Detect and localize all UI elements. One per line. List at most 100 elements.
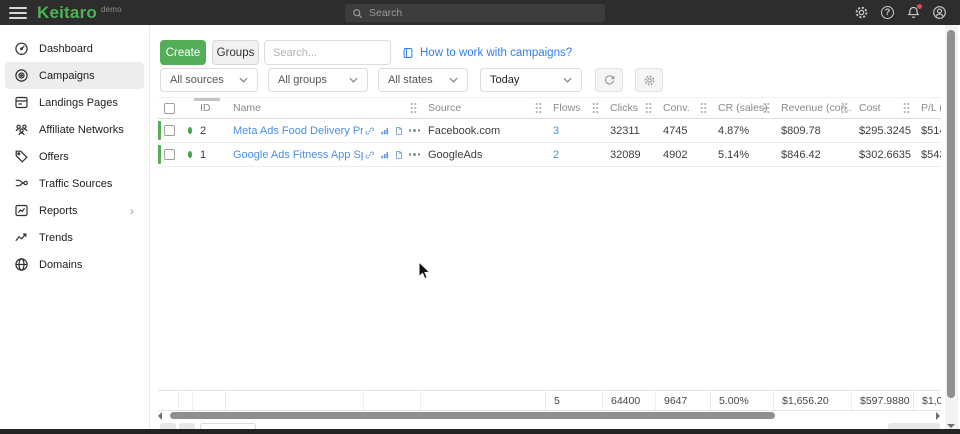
select-all-cell [158, 98, 178, 118]
horizontal-scrollbar[interactable] [158, 411, 940, 420]
help-icon[interactable]: ? [880, 5, 895, 20]
table-totals-row: 5 64400 9647 5.00% $1,656.20 $597.9880 $… [158, 390, 941, 411]
column-resize-grip[interactable] [763, 102, 770, 114]
gear-icon [643, 74, 656, 87]
notifications-bell-icon[interactable] [906, 5, 921, 20]
conv-value: 4902 [655, 143, 710, 166]
book-icon [402, 47, 414, 59]
id-column-header[interactable]: ID [192, 98, 225, 118]
vertical-scrollbar[interactable] [945, 25, 958, 434]
scroll-down-arrow-icon[interactable] [947, 424, 955, 428]
sources-filter-dropdown[interactable]: All sources [160, 68, 258, 92]
column-resize-grip[interactable] [592, 102, 599, 114]
campaign-source: Facebook.com [420, 119, 545, 142]
chevron-down-icon [239, 77, 248, 83]
settings-icon[interactable] [854, 5, 869, 20]
menu-icon[interactable] [9, 7, 27, 19]
totals-cost: $597.9880 [851, 391, 913, 410]
column-resize-grip[interactable] [645, 102, 652, 114]
campaigns-search-input[interactable] [264, 40, 391, 65]
sidebar-item-reports[interactable]: Reports › [5, 197, 144, 224]
clicks-value: 32089 [602, 143, 655, 166]
help-campaigns-link[interactable]: How to work with campaigns? [402, 40, 572, 65]
table-settings-button[interactable] [635, 68, 663, 92]
reports-icon [14, 203, 29, 218]
chevron-down-icon [449, 77, 458, 83]
horizontal-scrollbar-thumb[interactable] [170, 412, 775, 419]
more-actions-icon[interactable] [409, 153, 421, 156]
search-icon [352, 8, 363, 19]
name-column-header[interactable]: Name [225, 98, 363, 118]
table-empty-area [158, 167, 941, 390]
chevron-down-icon [349, 77, 358, 83]
domains-icon [14, 257, 29, 272]
app-logo[interactable]: Keitaro demo [37, 3, 122, 23]
trends-icon [14, 230, 29, 245]
scroll-right-arrow-icon[interactable] [936, 412, 940, 420]
global-search[interactable] [345, 4, 605, 22]
sidebar-item-label: Dashboard [39, 43, 93, 55]
groups-button[interactable]: Groups [212, 40, 259, 65]
column-resize-grip[interactable] [841, 102, 848, 114]
column-resize-grip[interactable] [535, 102, 542, 114]
cr-column-header[interactable]: CR (sales) [710, 98, 773, 118]
totals-flows: 5 [545, 391, 602, 410]
pl-column-header[interactable]: P/L ( [913, 98, 941, 118]
actions-column-header [363, 98, 420, 118]
sidebar-item-campaigns[interactable]: Campaigns [5, 62, 144, 89]
sidebar-item-affiliate-networks[interactable]: Affiliate Networks [5, 116, 144, 143]
clicks-value: 32311 [602, 119, 655, 142]
conv-column-header[interactable]: Conv. [655, 98, 710, 118]
cost-value: $302.6635 [851, 143, 913, 166]
column-resize-grip[interactable] [903, 102, 910, 114]
cost-column-header[interactable]: Cost [851, 98, 913, 118]
sidebar-item-trends[interactable]: Trends [5, 224, 144, 251]
sidebar-item-landings-pages[interactable]: Landings Pages [5, 89, 144, 116]
flows-count-link[interactable]: 3 [553, 125, 559, 137]
notification-dot [917, 4, 922, 9]
column-resize-grip[interactable] [700, 102, 707, 114]
user-avatar-icon[interactable] [932, 5, 947, 20]
demo-badge: demo [101, 5, 122, 14]
landings-pages-icon [14, 95, 29, 110]
global-search-input[interactable] [369, 7, 598, 19]
table-row[interactable]: 1 Google Ads Fitness App Split GoogleAds… [158, 143, 941, 167]
groups-filter-dropdown[interactable]: All groups [268, 68, 368, 92]
scroll-left-arrow-icon[interactable] [158, 412, 162, 420]
more-actions-icon[interactable] [409, 129, 421, 132]
table-row[interactable]: 2 Meta Ads Food Delivery Promo Facebook.… [158, 119, 941, 143]
pl-value: $514 [913, 119, 941, 142]
revenue-column-header[interactable]: Revenue (con... [773, 98, 851, 118]
campaign-notes-icon[interactable] [394, 125, 404, 137]
row-checkbox[interactable] [164, 125, 175, 136]
sidebar-item-traffic-sources[interactable]: Traffic Sources [5, 170, 144, 197]
source-column-header[interactable]: Source [420, 98, 545, 118]
campaign-name-link[interactable]: Meta Ads Food Delivery Promo [233, 125, 363, 137]
states-filter-dropdown[interactable]: All states [378, 68, 468, 92]
row-checkbox[interactable] [164, 149, 175, 160]
sidebar-item-dashboard[interactable]: Dashboard [5, 35, 144, 62]
sidebar-item-domains[interactable]: Domains [5, 251, 144, 278]
revenue-value: $846.42 [773, 143, 851, 166]
campaign-stats-icon[interactable] [380, 125, 390, 137]
flows-column-header[interactable]: Flows [545, 98, 602, 118]
campaign-link-icon[interactable] [365, 149, 375, 161]
flows-count-link[interactable]: 2 [553, 149, 559, 161]
campaign-link-icon[interactable] [365, 125, 375, 137]
refresh-button[interactable] [595, 68, 623, 92]
vertical-scrollbar-thumb[interactable] [947, 30, 955, 398]
campaign-stats-icon[interactable] [380, 149, 390, 161]
select-all-checkbox[interactable] [164, 103, 175, 114]
sidebar-item-offers[interactable]: Offers [5, 143, 144, 170]
campaign-notes-icon[interactable] [394, 149, 404, 161]
revenue-value: $809.78 [773, 119, 851, 142]
clicks-column-header[interactable]: Clicks [602, 98, 655, 118]
campaign-name-link[interactable]: Google Ads Fitness App Split [233, 149, 363, 161]
totals-clicks: 64400 [602, 391, 655, 410]
affiliate-networks-icon [14, 122, 29, 137]
campaign-id: 1 [192, 143, 225, 166]
create-button[interactable]: Create [160, 40, 206, 65]
sidebar-item-label: Domains [39, 259, 82, 271]
column-resize-grip[interactable] [410, 102, 417, 114]
date-range-dropdown[interactable]: Today [480, 68, 582, 92]
